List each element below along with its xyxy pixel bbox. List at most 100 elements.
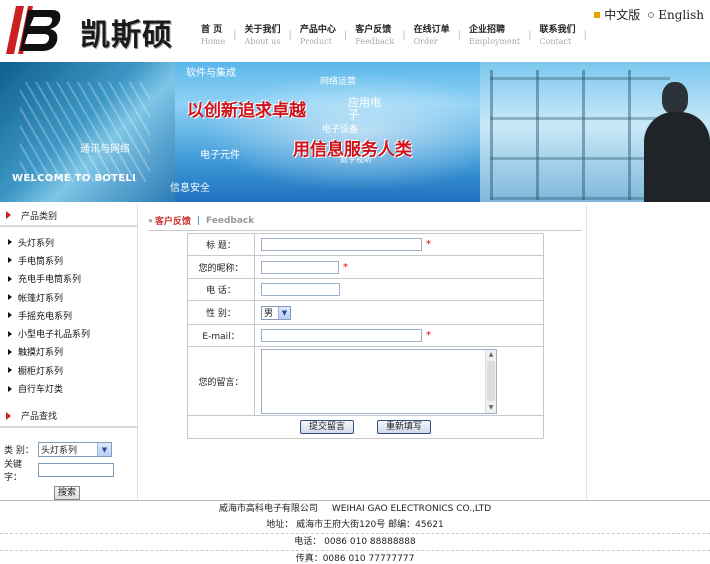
nav-label: 首 页 xyxy=(201,25,223,35)
email-label: E-mail： xyxy=(187,324,255,347)
list-arrow-icon xyxy=(8,294,12,301)
nav-label: 客户反馈 xyxy=(355,25,392,35)
phone-input[interactable] xyxy=(261,283,340,296)
feedback-form: 标 题： * 您的昵称： * 电 话： 性 别： 男 ▼ E-mail： * 您… xyxy=(187,233,544,439)
nav-divider: | xyxy=(402,30,406,41)
category-title: 产品类别 xyxy=(21,211,58,222)
category-label: 手摇充电系列 xyxy=(18,311,73,322)
category-header: 产品类别 xyxy=(0,205,137,227)
footer-company-en: WEIHAI GAO ELECTRONICS CO.,LTD xyxy=(331,504,492,514)
nav-sublabel: Order xyxy=(413,37,438,46)
search-type-value: 头灯系列 xyxy=(41,446,78,457)
category-label: 小型电子礼品系列 xyxy=(18,330,91,341)
logo[interactable]: 凯斯硕 xyxy=(0,0,190,62)
header: 凯斯硕 首 页 Home | 关于我们 About us | 产品中心 Product… xyxy=(0,0,710,62)
scroll-thumb[interactable] xyxy=(487,360,495,401)
category-label: 橱柜灯系列 xyxy=(18,366,64,377)
category-label: 触摸灯系列 xyxy=(18,348,64,359)
banner-term: 通讯与网络 xyxy=(80,144,130,155)
required-mark: * xyxy=(426,330,431,341)
category-label: 头灯系列 xyxy=(18,238,55,249)
gender-value: 男 xyxy=(264,309,274,319)
banner-term: 网络运营 xyxy=(320,77,357,87)
logo-mark-icon xyxy=(6,6,61,54)
required-mark: * xyxy=(343,261,348,273)
nickname-label: 您的昵称： xyxy=(187,255,255,279)
search-keyword-row: 关键字： xyxy=(4,460,137,483)
search-keyword-input[interactable] xyxy=(38,462,114,477)
search-type-select[interactable]: 头灯系列 ▼ xyxy=(38,442,112,458)
category-label: 充电手电筒系列 xyxy=(18,275,82,286)
nav-contact[interactable]: 联系我们 Contact xyxy=(534,24,580,52)
category-label: 自行车灯类 xyxy=(18,385,64,396)
banner-light-stripes xyxy=(20,82,150,182)
list-arrow-icon xyxy=(8,275,12,282)
nav-product[interactable]: 产品中心 Product xyxy=(295,24,341,52)
message-label: 您的留言： xyxy=(187,346,255,416)
footer-fax: 传真：0086 010 77777777 xyxy=(295,554,415,564)
footer: 威海市高科电子有限公司 WEIHAI GAO ELECTRONICS CO.,LT… xyxy=(0,500,710,564)
title-input[interactable] xyxy=(261,238,422,251)
list-arrow-icon xyxy=(8,239,12,246)
banner-welcome-text: WELCOME TO BOTELI xyxy=(12,173,137,184)
submit-button[interactable]: 提交留言 xyxy=(300,420,355,434)
category-item[interactable]: 充电手电筒系列 xyxy=(8,270,137,288)
title-label: 标 题： xyxy=(187,233,255,256)
category-item[interactable]: 自行车灯类 xyxy=(8,379,137,397)
category-list: 头灯系列 手电筒系列 充电手电筒系列 帐篷灯系列 手摇充电系列 小型电子礼品系列… xyxy=(0,227,137,398)
banner-glow xyxy=(200,72,520,192)
chevron-down-icon: ▼ xyxy=(97,443,111,457)
nav-label: 企业招聘 xyxy=(468,25,505,35)
nav-label: 联系我们 xyxy=(539,25,576,35)
banner-term: 电子设备 xyxy=(322,125,359,135)
bullet-square-icon xyxy=(594,11,601,18)
category-item[interactable]: 帐篷灯系列 xyxy=(8,288,137,306)
search-button[interactable]: 搜索 xyxy=(54,485,80,500)
nickname-input[interactable] xyxy=(261,260,339,274)
nav-divider: | xyxy=(528,30,532,41)
sidebar: 产品类别 头灯系列 手电筒系列 充电手电筒系列 帐篷灯系列 手摇充电系列 小型电… xyxy=(0,205,138,500)
gender-select[interactable]: 男 ▼ xyxy=(261,305,291,320)
category-item[interactable]: 头灯系列 xyxy=(8,233,137,251)
nav-sublabel: About us xyxy=(244,37,281,46)
banner-term: 软件与集成 xyxy=(186,68,236,79)
nav-feedback[interactable]: 客户反馈 Feedback xyxy=(350,24,399,52)
chevron-down-icon: ▼ xyxy=(278,306,290,319)
breadcrumb-divider: | xyxy=(196,215,200,226)
reset-button[interactable]: 重新填写 xyxy=(376,420,431,434)
category-item[interactable]: 小型电子礼品系列 xyxy=(8,324,137,342)
required-mark: * xyxy=(426,239,431,250)
lang-chinese-link[interactable]: 中文版 xyxy=(604,6,640,23)
section-arrow-icon xyxy=(6,211,11,219)
form-row-gender: 性 别： 男 ▼ xyxy=(187,300,544,325)
category-item[interactable]: 触摸灯系列 xyxy=(8,343,137,361)
nav-order[interactable]: 在线订单 Order xyxy=(409,24,455,52)
footer-company: 威海市高科电子有限公司 WEIHAI GAO ELECTRONICS CO.,LT… xyxy=(0,501,710,517)
list-arrow-icon xyxy=(8,385,12,392)
scroll-down-icon[interactable]: ▼ xyxy=(486,403,496,413)
scroll-up-icon[interactable]: ▲ xyxy=(486,350,496,360)
banner-term: 信息安全 xyxy=(170,183,210,194)
nav-about[interactable]: 关于我们 About us xyxy=(240,24,286,52)
nav-divider: | xyxy=(457,30,461,41)
nav-employment[interactable]: 企业招聘 Employment xyxy=(464,24,525,52)
nav-divider: | xyxy=(288,30,292,41)
form-row-email: E-mail： * xyxy=(187,324,544,347)
form-row-message: 您的留言： ▲ ▼ xyxy=(187,346,544,416)
email-input[interactable] xyxy=(261,329,422,342)
scrollbar[interactable]: ▲ ▼ xyxy=(485,349,496,413)
nav-home[interactable]: 首 页 Home xyxy=(196,24,230,52)
nav-label: 产品中心 xyxy=(299,25,336,35)
message-textarea[interactable]: ▲ ▼ xyxy=(261,348,497,414)
lang-english-link[interactable]: English xyxy=(658,8,704,22)
category-label: 手电筒系列 xyxy=(18,256,64,267)
list-arrow-icon xyxy=(8,367,12,374)
form-row-nickname: 您的昵称： * xyxy=(187,255,544,279)
category-item[interactable]: 手摇充电系列 xyxy=(8,306,137,324)
section-arrow-icon xyxy=(6,411,11,420)
category-item[interactable]: 手电筒系列 xyxy=(8,251,137,269)
category-item[interactable]: 橱柜灯系列 xyxy=(8,361,137,379)
nav-divider: | xyxy=(583,30,587,41)
gender-label: 性 别： xyxy=(187,300,255,325)
banner-term: 子 xyxy=(348,108,359,121)
